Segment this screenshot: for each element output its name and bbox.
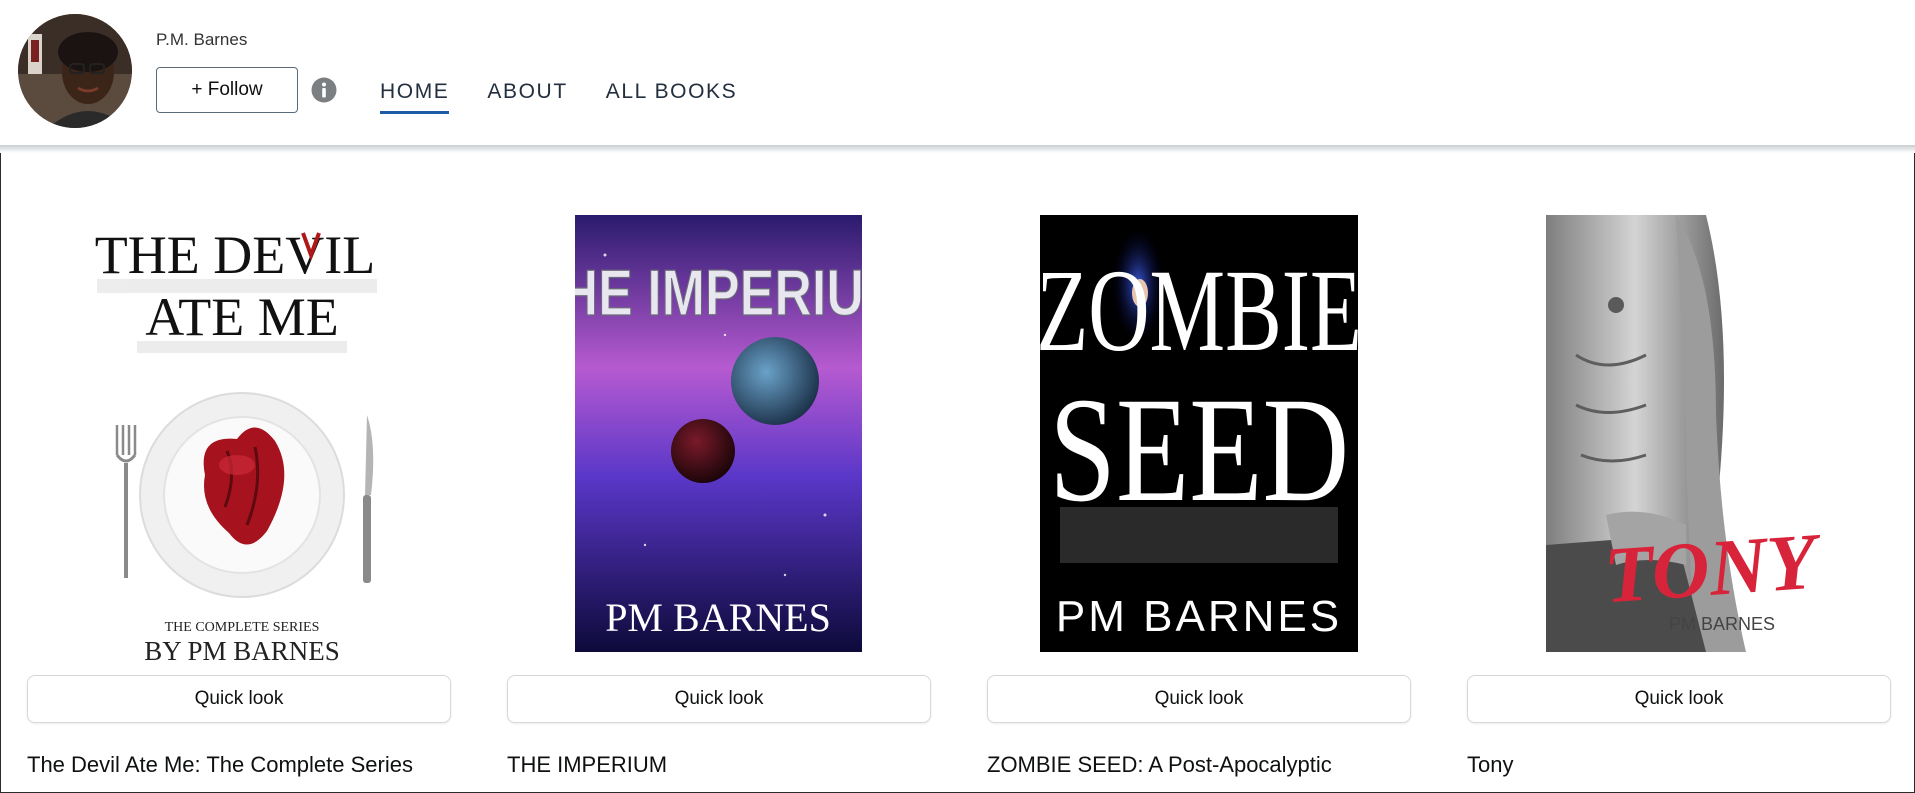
cover-title-line2: ATE ME	[145, 287, 338, 347]
quick-look-button[interactable]: Quick look	[507, 675, 931, 723]
nav-about[interactable]: ABOUT	[487, 80, 567, 114]
book-title[interactable]: THE IMPERIUM	[507, 752, 947, 778]
header-divider	[0, 145, 1915, 153]
cover-author: PM BARNES	[605, 595, 831, 640]
cover-author: BY PM BARNES	[144, 636, 340, 665]
cover-author: PM BARNES	[1056, 592, 1342, 641]
book-cover-imperium[interactable]: THE IMPERIUM PM BARNES	[528, 215, 908, 657]
follow-button[interactable]: + Follow	[156, 67, 298, 113]
book-title[interactable]: Tony	[1467, 752, 1907, 778]
cover-title-line1: THE DEVIL	[95, 225, 375, 285]
cover-title-line1: ZOMBIE	[1040, 246, 1358, 377]
author-name[interactable]: P.M. Barnes	[156, 30, 247, 50]
quick-look-button[interactable]: Quick look	[27, 675, 451, 723]
cover-subtitle: THE COMPLETE SERIES	[165, 620, 320, 635]
info-icon[interactable]	[311, 77, 337, 103]
book-cover-devil-ate-me[interactable]: THE DEVIL ATE ME THE COMPLETE SERIES BY …	[87, 215, 387, 670]
cover-author: PM BARNES	[1669, 614, 1775, 634]
author-nav: HOME ABOUT ALL BOOKS	[380, 80, 737, 114]
book-cover-zombie-seed[interactable]: ZOMBIE SEED PM BARNES	[1036, 215, 1362, 657]
author-avatar[interactable]	[18, 14, 132, 128]
book-title[interactable]: ZOMBIE SEED: A Post-Apocalyptic	[987, 752, 1427, 778]
nav-all-books[interactable]: ALL BOOKS	[606, 80, 738, 114]
quick-look-button[interactable]: Quick look	[987, 675, 1411, 723]
author-header: P.M. Barnes + Follow HOME ABOUT ALL BOOK…	[0, 0, 1915, 145]
nav-home[interactable]: HOME	[380, 80, 450, 114]
quick-look-button[interactable]: Quick look	[1467, 675, 1891, 723]
book-title[interactable]: The Devil Ate Me: The Complete Series	[27, 752, 467, 778]
cover-title: THE IMPERIUM	[575, 258, 862, 330]
book-cover-tony[interactable]: TONY PM BARNES	[1536, 215, 1825, 657]
cover-title: TONY	[1601, 517, 1822, 620]
